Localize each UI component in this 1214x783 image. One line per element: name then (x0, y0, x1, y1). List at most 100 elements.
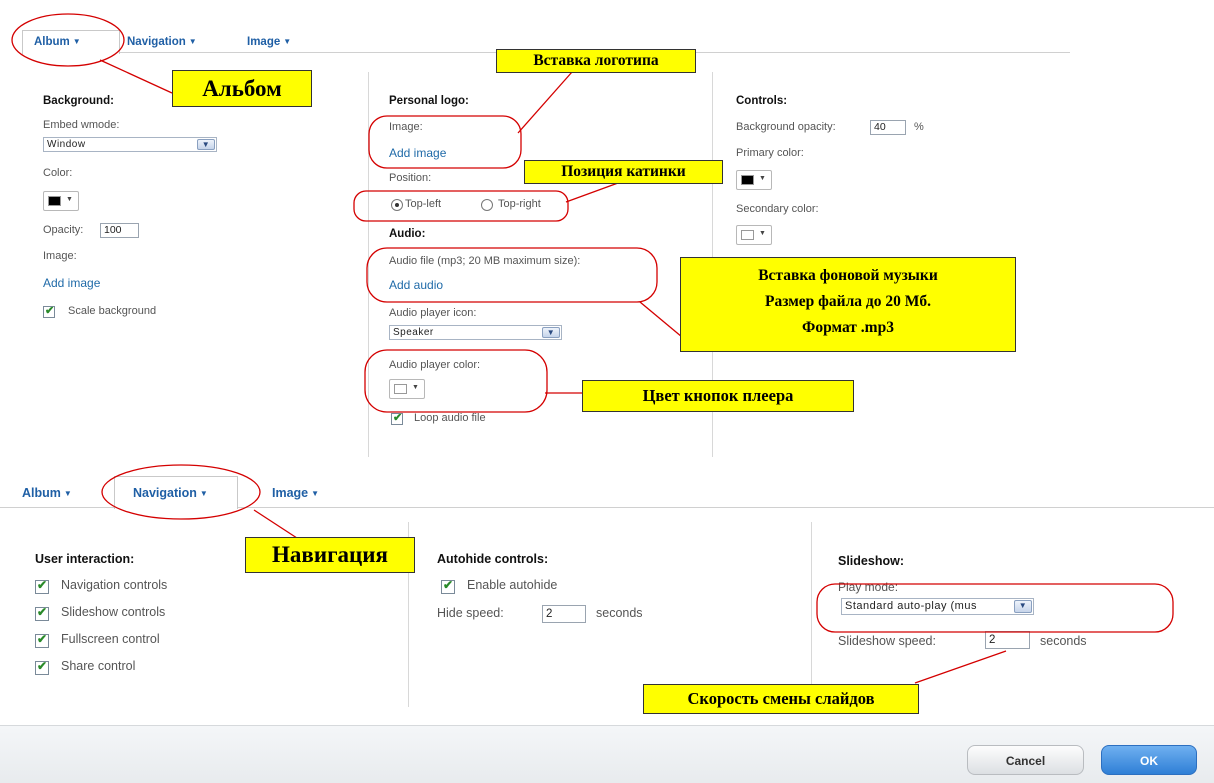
dropdown-arrow-icon: ▼ (1014, 600, 1032, 613)
slideshow-speed-input[interactable]: 2 (985, 631, 1030, 649)
chevron-down-icon: ▼ (283, 37, 292, 46)
annotation-position: Позиция катинки (524, 160, 723, 184)
audio-heading: Audio: (389, 228, 426, 240)
slideshow-heading: Slideshow: (838, 554, 904, 568)
bg-opacity-input[interactable]: 40 (870, 120, 906, 135)
user-interaction-heading: User interaction: (35, 552, 135, 566)
navigation-leader-line (253, 509, 301, 541)
play-mode-label: Play mode: (838, 580, 899, 594)
caret-down-icon: ▼ (66, 196, 73, 203)
logo-add-image-link[interactable]: Add image (389, 146, 446, 160)
tab-album[interactable]: Album ▼ (34, 36, 81, 48)
checkmark-icon: ✔ (443, 578, 454, 592)
audio-icon-select[interactable]: Speaker ▼ (389, 325, 562, 340)
position-top-left-radio[interactable] (391, 199, 403, 211)
tab-navigation[interactable]: Navigation ▼ (133, 486, 208, 500)
album-leader-line (99, 59, 173, 94)
color-swatch (394, 384, 407, 394)
controls-heading: Controls: (736, 95, 788, 107)
enable-autohide-checkbox[interactable]: ✔ (441, 578, 455, 594)
dialog-footer: Cancel OK (0, 725, 1214, 783)
color-swatch (48, 196, 61, 206)
slideshow-speed-label: Slideshow speed: (838, 634, 936, 648)
music-leader-line (639, 301, 683, 338)
background-heading: Background: (43, 95, 114, 107)
annotation-logo: Вставка логотипа (496, 49, 696, 73)
caret-down-icon: ▼ (759, 175, 766, 182)
audio-icon-label: Audio player icon: (389, 307, 477, 319)
position-top-right-radio[interactable] (481, 199, 493, 211)
personal-logo-heading: Personal logo: (389, 95, 469, 107)
share-control-label: Share control (61, 659, 136, 673)
column-divider (368, 72, 369, 457)
annotation-music-line-2: Размер файла до 20 Мб. (765, 293, 931, 310)
speed-leader-line (914, 650, 1007, 684)
column-divider (811, 522, 812, 707)
checkmark-icon: ✔ (37, 578, 48, 592)
bg-opacity-label: Background opacity: (736, 121, 836, 133)
bg-color-picker[interactable]: ▼ (43, 191, 79, 211)
tab-image[interactable]: Image ▼ (272, 486, 319, 500)
navigation-controls-checkbox[interactable]: ✔ (35, 578, 49, 594)
checkmark-icon: ✔ (37, 632, 48, 646)
tab-image[interactable]: Image ▼ (247, 36, 291, 48)
annotation-music-line-1: Вставка фоновой музыки (758, 267, 938, 284)
secondary-color-picker[interactable]: ▼ (736, 225, 772, 245)
position-label: Position: (389, 172, 432, 184)
tab-navigation[interactable]: Navigation ▼ (127, 36, 197, 48)
bg-add-image-link[interactable]: Add image (43, 276, 100, 290)
share-control-checkbox[interactable]: ✔ (35, 659, 49, 675)
bg-opacity-unit: % (914, 121, 924, 133)
slideshow-controls-checkbox[interactable]: ✔ (35, 605, 49, 621)
primary-color-picker[interactable]: ▼ (736, 170, 772, 190)
caret-down-icon: ▼ (759, 230, 766, 237)
bg-color-label: Color: (43, 167, 73, 179)
annotation-speed: Скорость смены слайдов (643, 684, 919, 714)
logo-image-label: Image: (389, 121, 423, 133)
hide-speed-label: Hide speed: (437, 606, 504, 620)
position-top-right-label: Top-right (498, 198, 541, 210)
play-mode-select[interactable]: Standard auto-play (mus ▼ (841, 598, 1034, 615)
annotation-player-color: Цвет кнопок плеера (582, 380, 854, 412)
annotation-music: Вставка фоновой музыки Размер файла до 2… (680, 257, 1016, 352)
enable-autohide-label: Enable autohide (467, 578, 558, 592)
position-leader-line (565, 182, 619, 203)
caret-down-icon: ▼ (412, 384, 419, 391)
position-top-left-label: Top-left (405, 198, 442, 210)
cancel-button[interactable]: Cancel (967, 745, 1084, 775)
chevron-down-icon: ▼ (311, 489, 320, 498)
tab-bar-divider (236, 507, 1214, 508)
tab-album[interactable]: Album ▼ (22, 486, 72, 500)
dropdown-arrow-icon: ▼ (542, 327, 560, 338)
scale-background-label: Scale background (68, 305, 157, 317)
opacity-input[interactable]: 100 (100, 223, 139, 238)
annotation-navigation: Навигация (245, 537, 415, 573)
navigation-controls-label: Navigation controls (61, 578, 168, 592)
chevron-down-icon: ▼ (63, 489, 72, 498)
chevron-down-icon: ▼ (72, 37, 81, 46)
checkmark-icon: ✔ (37, 659, 48, 673)
chevron-down-icon: ▼ (188, 37, 197, 46)
loop-audio-label: Loop audio file (414, 412, 486, 424)
hide-speed-unit: seconds (596, 606, 643, 620)
slideshow-controls-label: Slideshow controls (61, 605, 166, 619)
annotation-music-line-3: Формат .mp3 (802, 319, 894, 336)
color-swatch (741, 230, 754, 240)
autohide-heading: Autohide controls: (437, 552, 549, 566)
scale-background-checkbox[interactable]: ✔ (43, 305, 55, 318)
secondary-color-label: Secondary color: (736, 203, 819, 215)
checkmark-icon: ✔ (37, 605, 48, 619)
ok-button[interactable]: OK (1101, 745, 1197, 775)
embed-wmode-label: Embed wmode: (43, 119, 120, 131)
audio-color-label: Audio player color: (389, 359, 481, 371)
chevron-down-icon: ▼ (199, 489, 208, 498)
add-audio-link[interactable]: Add audio (389, 278, 443, 292)
primary-color-label: Primary color: (736, 147, 804, 159)
loop-audio-checkbox[interactable]: ✔ (391, 412, 403, 425)
logo-leader-line (517, 71, 573, 134)
audio-color-picker[interactable]: ▼ (389, 379, 425, 399)
hide-speed-input[interactable]: 2 (542, 605, 586, 623)
fullscreen-control-checkbox[interactable]: ✔ (35, 632, 49, 648)
annotation-album: Альбом (172, 70, 312, 107)
embed-wmode-select[interactable]: Window ▼ (43, 137, 217, 152)
